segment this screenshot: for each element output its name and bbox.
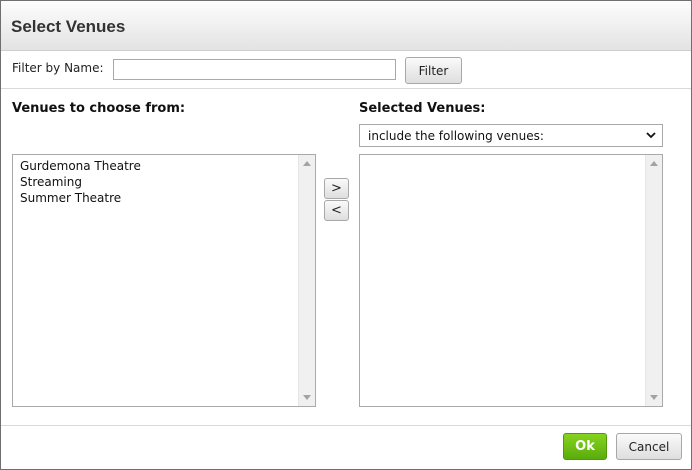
selection-mode-value: include the following venues:	[368, 129, 544, 143]
list-item[interactable]: Gurdemona Theatre	[20, 158, 297, 174]
scroll-down-icon[interactable]	[650, 395, 658, 400]
scroll-up-icon[interactable]	[303, 161, 311, 166]
chevron-down-icon	[646, 132, 656, 139]
scroll-down-icon[interactable]	[303, 395, 311, 400]
select-venues-dialog: Select Venues Filter by Name: Filter Ven…	[0, 0, 692, 470]
remove-venue-button[interactable]: <	[324, 200, 349, 221]
filter-label: Filter by Name:	[12, 61, 104, 75]
filter-button[interactable]: Filter	[405, 57, 462, 84]
selected-venues-list[interactable]	[359, 154, 663, 407]
available-venues-list[interactable]: Gurdemona Theatre Streaming Summer Theat…	[12, 154, 316, 407]
list-item[interactable]: Streaming	[20, 174, 297, 190]
filter-name-input[interactable]	[113, 59, 396, 80]
available-list-scrollbar[interactable]	[298, 155, 315, 406]
dialog-title: Select Venues	[11, 17, 126, 36]
available-venues-label: Venues to choose from:	[12, 101, 186, 116]
add-venue-button[interactable]: >	[324, 178, 349, 199]
selected-venues-label: Selected Venues:	[359, 101, 486, 116]
list-item[interactable]: Summer Theatre	[20, 190, 297, 206]
cancel-button[interactable]: Cancel	[616, 433, 682, 460]
selection-mode-select[interactable]: include the following venues:	[359, 124, 663, 147]
ok-button[interactable]: Ok	[563, 433, 607, 460]
selected-list-scrollbar[interactable]	[645, 155, 662, 406]
scroll-up-icon[interactable]	[650, 161, 658, 166]
available-venues-items: Gurdemona Theatre Streaming Summer Theat…	[20, 158, 297, 206]
dialog-title-bar[interactable]: Select Venues	[1, 1, 691, 51]
